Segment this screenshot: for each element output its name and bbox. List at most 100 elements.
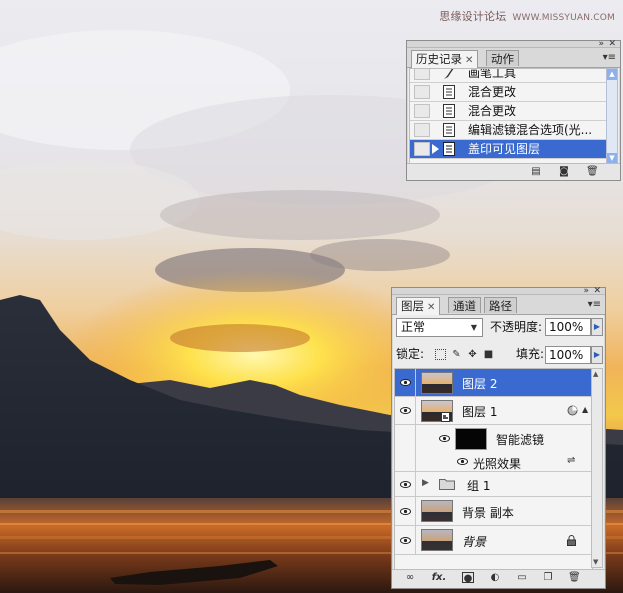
- opacity-slider-arrow-icon[interactable]: ▶: [591, 318, 603, 336]
- adjustment-icon[interactable]: ◐: [489, 572, 501, 583]
- layer-name[interactable]: 图层 1: [462, 403, 497, 420]
- history-source-checkbox[interactable]: [414, 104, 430, 118]
- history-item[interactable]: 画笔工具: [410, 69, 610, 83]
- layer-row-background-copy[interactable]: 背景 副本: [395, 497, 592, 526]
- expand-triangle-icon[interactable]: ▶: [422, 478, 429, 488]
- panel-title-bar[interactable]: » ✕: [407, 40, 620, 49]
- layer-name[interactable]: 背景 副本: [462, 504, 514, 521]
- tab-layers[interactable]: 图层 ✕: [396, 297, 441, 315]
- layer-list: 图层 2 图层 1 ▲ 智能滤镜 光照效果 ⇌ ▶ 组 1 背景 副本 背景: [394, 368, 593, 570]
- tab-history[interactable]: 历史记录 ✕: [411, 50, 479, 68]
- layer-thumbnail[interactable]: [421, 529, 453, 551]
- visibility-toggle[interactable]: [395, 397, 416, 424]
- eye-icon[interactable]: [439, 435, 450, 442]
- opacity-label: 不透明度:: [490, 320, 543, 334]
- eye-icon: [400, 481, 411, 488]
- folder-icon: [439, 479, 455, 490]
- layer-name[interactable]: 光照效果: [473, 455, 521, 472]
- blend-mode-value: 正常: [401, 320, 426, 334]
- panel-title-bar[interactable]: » ✕: [392, 287, 605, 296]
- fill-label: 填充:: [516, 347, 545, 361]
- history-scrollbar[interactable]: ▲ ▼: [606, 68, 618, 165]
- close-icon[interactable]: ✕: [593, 287, 601, 296]
- lock-row: 锁定: ✎ ✥ ■ 填充: 100% ▶: [396, 344, 603, 366]
- layer-row-lighting-effects[interactable]: 光照效果 ⇌: [395, 452, 592, 472]
- layer-row-smart-filters[interactable]: 智能滤镜: [395, 425, 592, 452]
- filter-blending-options-icon[interactable]: ⇌: [567, 455, 575, 466]
- tab-close-icon[interactable]: ✕: [427, 302, 435, 313]
- document-icon: [443, 85, 455, 99]
- lock-position-icon[interactable]: ✥: [467, 349, 478, 360]
- scroll-up-icon[interactable]: ▲: [607, 69, 617, 80]
- history-item[interactable]: 混合更改: [410, 102, 610, 121]
- history-item[interactable]: 混合更改: [410, 83, 610, 102]
- mask-icon[interactable]: ●: [462, 572, 474, 584]
- visibility-toggle[interactable]: [395, 369, 416, 396]
- trash-icon[interactable]: 🗑: [586, 166, 599, 177]
- tab-layers-label: 图层: [401, 299, 424, 313]
- new-layer-icon[interactable]: ❐: [542, 572, 554, 583]
- folder-icon[interactable]: ▭: [516, 572, 528, 583]
- visibility-toggle[interactable]: [395, 497, 416, 525]
- history-item[interactable]: 编辑滤镜混合选项(光...: [410, 121, 610, 140]
- eye-icon[interactable]: [457, 458, 468, 465]
- fill-input[interactable]: 100%: [545, 346, 591, 364]
- scroll-down-icon[interactable]: ▼: [593, 558, 598, 566]
- eye-icon: [400, 407, 411, 414]
- watermark-text: 思缘设计论坛: [439, 10, 507, 23]
- tab-close-icon[interactable]: ✕: [465, 55, 473, 66]
- fx-icon[interactable]: fx.: [429, 572, 449, 583]
- panel-menu-icon[interactable]: ▾≡: [588, 299, 601, 310]
- history-source-checkbox[interactable]: [414, 69, 430, 80]
- lock-image-pixels-icon[interactable]: ✎: [451, 349, 462, 360]
- opacity-input[interactable]: 100%: [545, 318, 591, 336]
- history-item-selected[interactable]: 盖印可见图层: [410, 140, 610, 159]
- watermark-site: WWW.MISSYUAN.COM: [512, 13, 615, 23]
- tab-channels[interactable]: 通道: [448, 297, 481, 313]
- collapse-icon[interactable]: »: [598, 40, 604, 49]
- layer-name[interactable]: 组 1: [467, 477, 490, 494]
- layer-thumbnail[interactable]: [421, 372, 453, 394]
- layer-name[interactable]: 背景: [462, 533, 486, 550]
- fill-slider-arrow-icon[interactable]: ▶: [591, 346, 603, 364]
- layers-scrollbar[interactable]: ▲ ▼: [591, 368, 603, 568]
- panel-menu-icon[interactable]: ▾≡: [603, 52, 616, 63]
- history-tabs: 历史记录 ✕ 动作 ▾≡: [407, 48, 620, 68]
- layer-thumbnail[interactable]: [421, 500, 453, 522]
- lock-all-icon[interactable]: ■: [483, 349, 494, 360]
- watermark: 思缘设计论坛 WWW.MISSYUAN.COM: [439, 8, 615, 24]
- history-panel: » ✕ 历史记录 ✕ 动作 ▾≡ 画笔工具 混合更改 混合更改 编辑滤镜混合选项(…: [406, 40, 621, 181]
- layer-row-layer-1[interactable]: 图层 1 ▲: [395, 397, 592, 425]
- layer-row-layer-2[interactable]: 图层 2: [395, 369, 592, 397]
- close-icon[interactable]: ✕: [608, 40, 616, 49]
- history-source-checkbox[interactable]: [414, 85, 430, 99]
- layer-row-group-1[interactable]: ▶ 组 1: [395, 472, 592, 497]
- blend-mode-select[interactable]: 正常 ▼: [396, 318, 483, 337]
- history-item-label: 混合更改: [468, 85, 517, 99]
- camera-icon[interactable]: ◙: [558, 166, 570, 177]
- eye-icon: [400, 379, 411, 386]
- collapse-icon[interactable]: »: [583, 287, 589, 296]
- document-icon: [443, 123, 455, 137]
- link-icon[interactable]: ∞: [404, 572, 416, 583]
- smart-filter-indicator-icon[interactable]: [567, 405, 578, 416]
- tab-paths[interactable]: 路径: [484, 297, 517, 313]
- visibility-toggle[interactable]: [395, 526, 416, 554]
- visibility-toggle[interactable]: [395, 472, 416, 496]
- history-item-label: 盖印可见图层: [468, 142, 541, 156]
- smart-filter-mask-thumbnail[interactable]: [455, 428, 487, 450]
- lock-transparent-pixels-icon[interactable]: [435, 349, 446, 360]
- document-icon: [443, 104, 455, 118]
- history-source-checkbox[interactable]: [414, 142, 430, 156]
- eye-icon: [400, 508, 411, 515]
- trash-icon[interactable]: 🗑: [568, 572, 581, 583]
- history-source-checkbox[interactable]: [414, 123, 430, 137]
- collapse-triangle-icon[interactable]: ▲: [582, 405, 588, 414]
- tab-actions[interactable]: 动作: [486, 50, 519, 66]
- layer-name[interactable]: 图层 2: [462, 375, 497, 392]
- tab-actions-label: 动作: [491, 52, 514, 66]
- new-document-icon[interactable]: ▤: [530, 166, 542, 177]
- scroll-up-icon[interactable]: ▲: [593, 370, 598, 378]
- layer-row-background[interactable]: 背景: [395, 526, 592, 555]
- lock-icon: [567, 535, 576, 546]
